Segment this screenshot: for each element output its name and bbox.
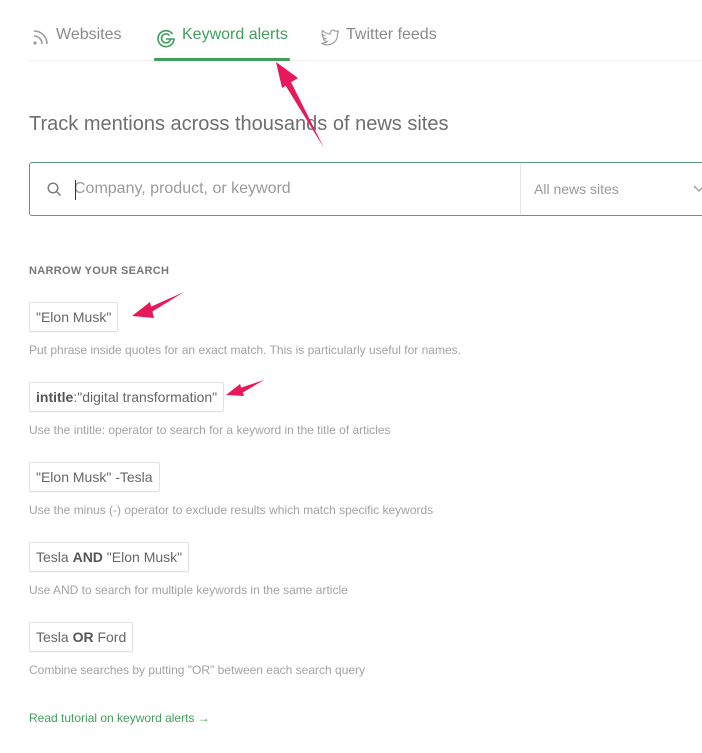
chip-text: "Elon Musk" <box>36 309 112 325</box>
search-example: Tesla AND "Elon Musk" Use AND to search … <box>29 542 348 597</box>
search-field-wrapper <box>30 163 520 215</box>
search-example: Tesla OR Ford Combine searches by puttin… <box>29 622 365 677</box>
chip-text: Tesla <box>36 549 73 565</box>
tab-keyword-alerts[interactable]: Keyword alerts <box>154 26 290 61</box>
rss-icon <box>33 30 48 45</box>
tutorial-link[interactable]: Read tutorial on keyword alerts → <box>29 711 210 725</box>
example-description: Use AND to search for multiple keywords … <box>29 583 348 597</box>
example-description: Combine searches by putting "OR" between… <box>29 663 366 677</box>
chip-text: Ford <box>93 629 127 645</box>
tab-websites[interactable]: Websites <box>32 26 122 60</box>
example-description: Put phrase inside quotes for an exact ma… <box>29 343 461 357</box>
chip-text: :"digital transformation" <box>73 389 218 405</box>
news-source-select[interactable]: All news sites <box>520 163 702 215</box>
tab-keyword-alerts-label: Keyword alerts <box>182 26 288 43</box>
chip-operator: AND <box>72 549 103 565</box>
search-example: intitle:"digital transformation" Use the… <box>29 382 391 437</box>
example-chip[interactable]: Tesla OR Ford <box>29 622 134 652</box>
news-source-select-value: All news sites <box>534 181 619 197</box>
chip-operator: intitle <box>36 389 74 405</box>
google-g-icon <box>157 29 175 48</box>
page-headline: Track mentions across thousands of news … <box>29 113 449 135</box>
chip-text: "Elon Musk" -Tesla <box>36 469 153 485</box>
search-bar: All news sites <box>29 162 702 216</box>
search-example: "Elon Musk" Put phrase inside quotes for… <box>29 302 461 357</box>
tab-websites-label: Websites <box>56 26 122 43</box>
chip-operator: OR <box>72 629 94 645</box>
example-chip[interactable]: Tesla AND "Elon Musk" <box>29 542 190 572</box>
narrow-search-heading: NARROW YOUR SEARCH <box>29 265 170 277</box>
tab-twitter-feeds[interactable]: Twitter feeds <box>320 26 437 60</box>
twitter-bird-icon <box>321 29 339 46</box>
tab-twitter-feeds-label: Twitter feeds <box>346 26 437 43</box>
chevron-down-icon <box>693 185 702 192</box>
search-icon <box>47 181 61 196</box>
text-caret <box>75 180 76 200</box>
example-description: Use the intitle: operator to search for … <box>29 423 391 437</box>
example-description: Use the minus (-) operator to exclude re… <box>29 503 434 517</box>
example-chip[interactable]: "Elon Musk" -Tesla <box>29 462 160 492</box>
chip-text: Tesla <box>36 629 73 645</box>
example-chip[interactable]: intitle:"digital transformation" <box>29 382 225 412</box>
search-input[interactable] <box>74 180 494 198</box>
example-chip[interactable]: "Elon Musk" <box>29 302 119 332</box>
search-example: "Elon Musk" -Tesla Use the minus (-) ope… <box>29 462 433 517</box>
chip-text: "Elon Musk" <box>102 549 183 565</box>
tab-bar: Websites Keyword alerts Twitter feeds <box>28 0 702 61</box>
